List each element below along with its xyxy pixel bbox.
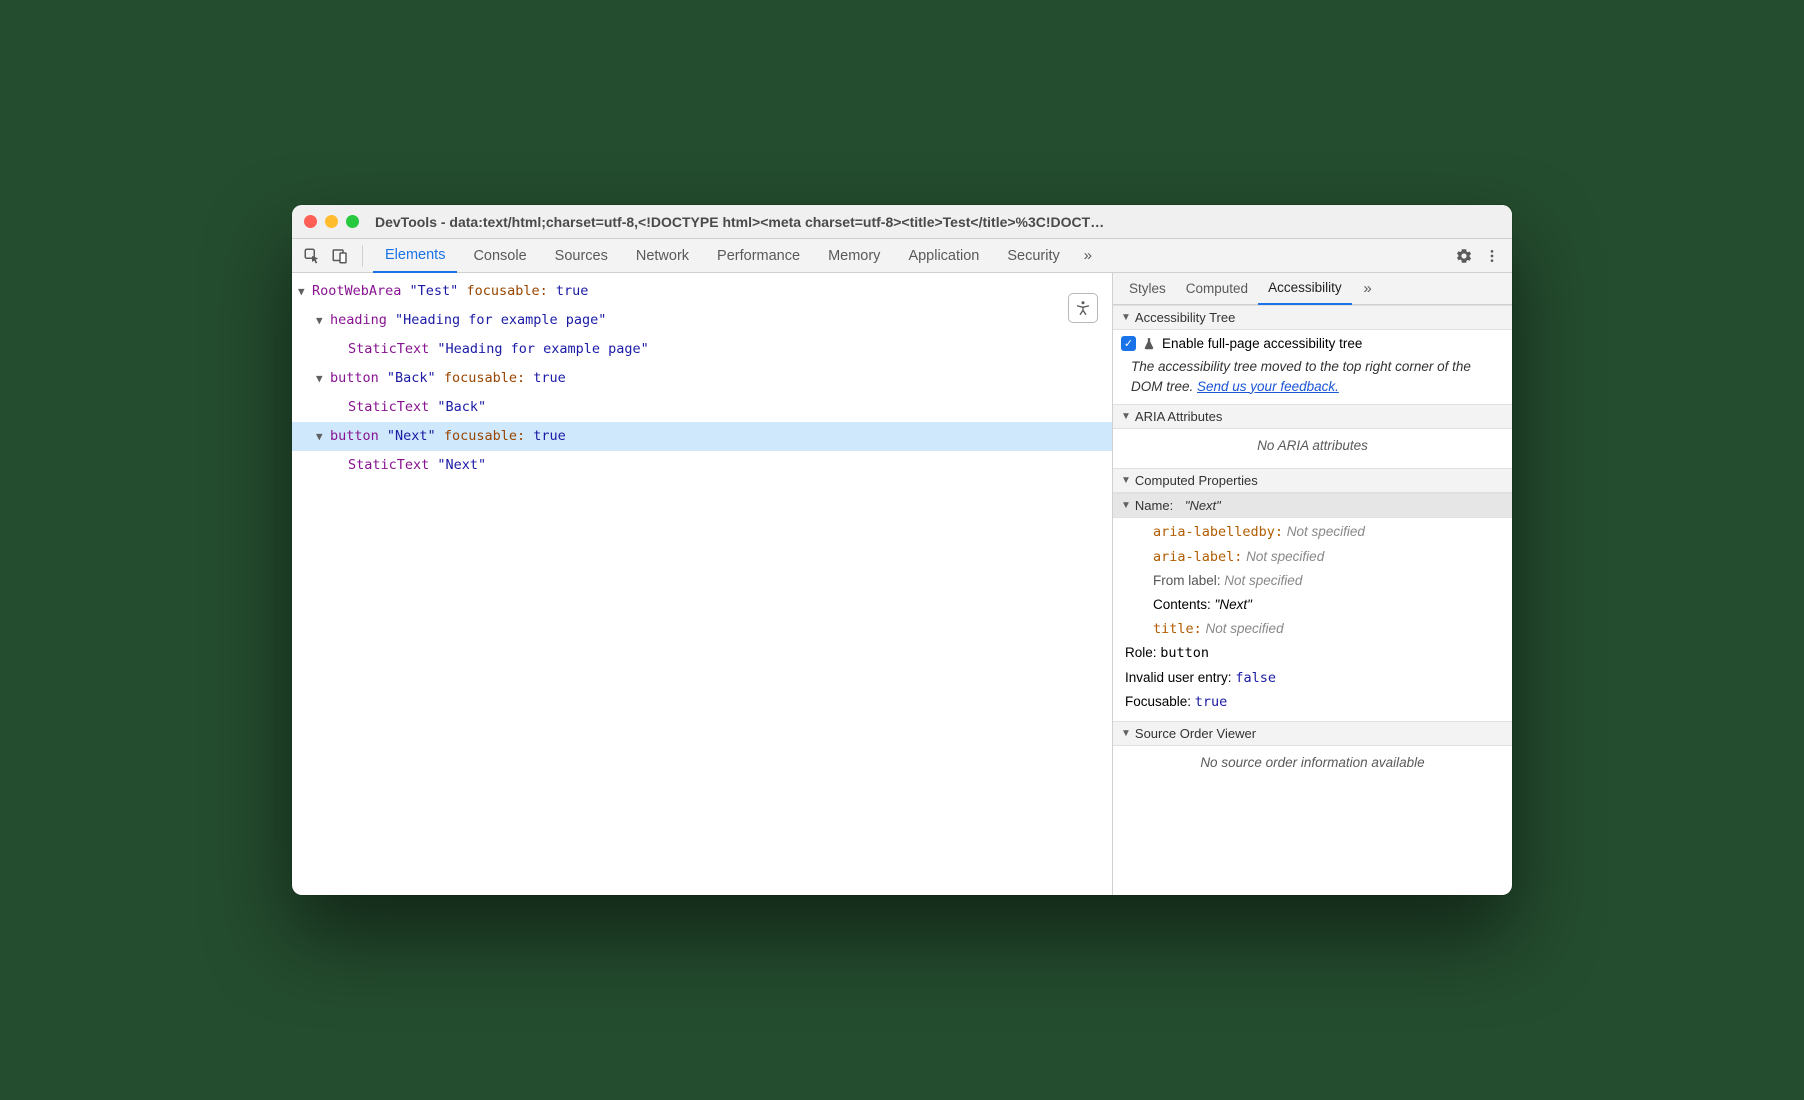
devtools-window: DevTools - data:text/html;charset=utf-8,… [292,205,1512,895]
close-icon[interactable] [304,215,317,228]
tab-elements[interactable]: Elements [373,239,457,273]
tree-row-static-text[interactable]: StaticText "Back" [292,393,1112,422]
tab-application[interactable]: Application [896,239,991,273]
separator [362,245,363,267]
computed-properties-list: aria-labelledby: Not specified aria-labe… [1113,518,1512,721]
tab-performance[interactable]: Performance [705,239,812,273]
tree-row-static-text[interactable]: StaticText "Heading for example page" [292,335,1112,364]
window-title: DevTools - data:text/html;charset=utf-8,… [375,214,1500,230]
tab-memory[interactable]: Memory [816,239,892,273]
tree-row-root[interactable]: ▼ RootWebArea "Test" focusable: true [292,277,1112,306]
tree-row-button-next[interactable]: ▼ button "Next" focusable: true [292,422,1112,451]
side-pane: Styles Computed Accessibility » ▼Accessi… [1112,273,1512,895]
computed-name-row[interactable]: ▼Name: "Next" [1113,493,1512,518]
titlebar: DevTools - data:text/html;charset=utf-8,… [292,205,1512,239]
tree-row-button-back[interactable]: ▼ button "Back" focusable: true [292,364,1112,393]
chevron-down-icon[interactable]: ▼ [298,277,310,306]
tab-security[interactable]: Security [995,239,1071,273]
section-aria-attributes[interactable]: ▼ARIA Attributes [1113,404,1512,429]
subtab-styles[interactable]: Styles [1119,273,1176,305]
minimize-icon[interactable] [325,215,338,228]
no-source-order-text: No source order information available [1113,746,1512,785]
more-subtabs-icon[interactable]: » [1356,277,1380,301]
section-accessibility-tree[interactable]: ▼Accessibility Tree [1113,305,1512,330]
toolbar: Elements Console Sources Network Perform… [292,239,1512,273]
chevron-down-icon[interactable]: ▼ [316,422,328,451]
checkbox-checked-icon[interactable]: ✓ [1121,336,1136,351]
zoom-icon[interactable] [346,215,359,228]
more-tabs-icon[interactable]: » [1076,244,1100,268]
hint-text: The accessibility tree moved to the top … [1113,357,1512,404]
content: ▼ RootWebArea "Test" focusable: true ▼ h… [292,273,1512,895]
window-controls [304,215,359,228]
tree-row-heading[interactable]: ▼ heading "Heading for example page" [292,306,1112,335]
section-computed-properties[interactable]: ▼Computed Properties [1113,468,1512,493]
chevron-down-icon[interactable]: ▼ [316,306,328,335]
inspect-icon[interactable] [300,244,324,268]
kebab-menu-icon[interactable] [1480,244,1504,268]
subtab-accessibility[interactable]: Accessibility [1258,273,1352,305]
tab-network[interactable]: Network [624,239,701,273]
tab-console[interactable]: Console [461,239,538,273]
accessibility-tree-pane: ▼ RootWebArea "Test" focusable: true ▼ h… [292,273,1112,895]
settings-icon[interactable] [1452,244,1476,268]
device-toggle-icon[interactable] [328,244,352,268]
chevron-down-icon[interactable]: ▼ [316,364,328,393]
flask-icon [1142,337,1156,351]
subtabs: Styles Computed Accessibility » [1113,273,1512,305]
feedback-link[interactable]: Send us your feedback. [1197,379,1339,394]
tab-sources[interactable]: Sources [543,239,620,273]
enable-full-page-tree[interactable]: ✓ Enable full-page accessibility tree [1113,330,1512,357]
subtab-computed[interactable]: Computed [1176,273,1258,305]
tree-row-static-text[interactable]: StaticText "Next" [292,451,1112,480]
section-source-order-viewer[interactable]: ▼Source Order Viewer [1113,721,1512,746]
no-aria-text: No ARIA attributes [1113,429,1512,468]
accessibility-mode-button[interactable] [1068,293,1098,323]
